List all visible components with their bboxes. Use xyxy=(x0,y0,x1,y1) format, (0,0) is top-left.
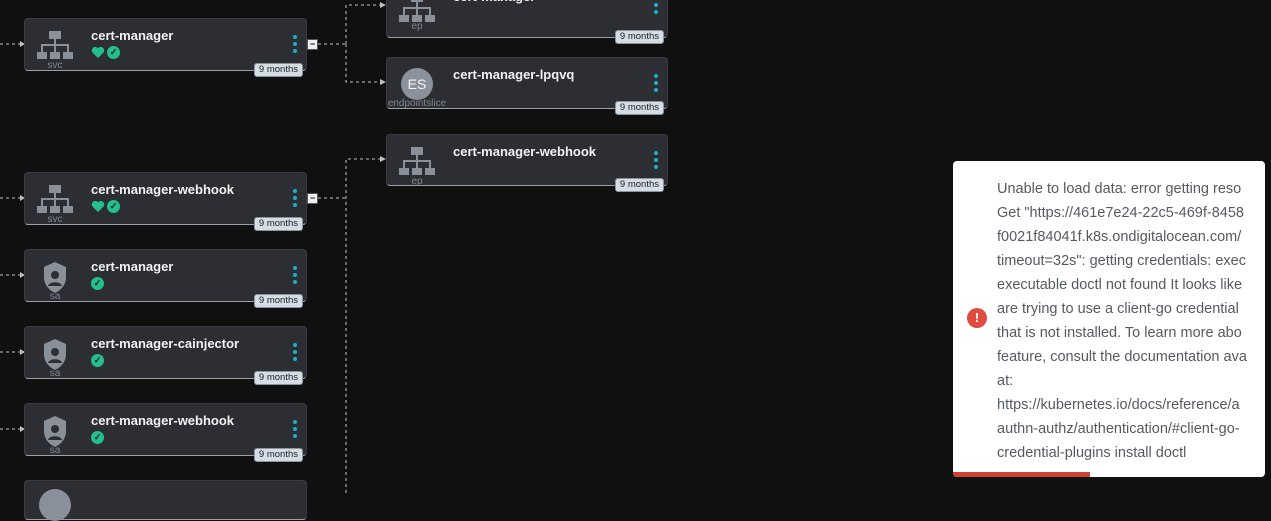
age-badge: 9 months xyxy=(253,217,303,231)
alert-icon: ! xyxy=(967,308,987,328)
check-icon: ✓ xyxy=(91,354,104,367)
kind-label: svc xyxy=(47,60,63,71)
kebab-menu-icon[interactable] xyxy=(292,35,298,57)
error-message: Unable to load data: error getting reso … xyxy=(997,181,1247,461)
kind-label: sa xyxy=(49,291,61,302)
toast-progress-bar xyxy=(953,472,1091,477)
node-title: cert-manager-webhook xyxy=(91,182,235,197)
kebab-menu-icon[interactable] xyxy=(653,151,659,173)
service-account-node[interactable]: sa cert-manager ✓ 9 months xyxy=(24,249,307,308)
node-title: cert-manager-webhook xyxy=(91,413,235,428)
node-title: cert-manager-webhook xyxy=(453,144,597,159)
check-icon: ✓ xyxy=(91,277,104,290)
kebab-menu-icon[interactable] xyxy=(653,74,659,96)
node-title: cert-manager xyxy=(91,259,174,274)
service-account-node[interactable]: sa cert-manager-webhook ✓ 9 months xyxy=(24,403,307,462)
kind-label: sa xyxy=(49,368,61,379)
heart-icon xyxy=(91,200,105,212)
endpoint-node[interactable]: ep cert-manager 9 months xyxy=(386,0,668,44)
service-node[interactable]: svc cert-manager-webhook ✓ 9 months xyxy=(24,172,307,231)
kind-label: sa xyxy=(49,445,61,456)
kind-label: svc xyxy=(47,214,63,225)
service-account-node[interactable]: sa cert-manager-cainjector ✓ 9 months xyxy=(24,326,307,385)
age-badge: 9 months xyxy=(614,178,664,192)
node-title: cert-manager-cainjector xyxy=(91,336,240,351)
kind-label: ep xyxy=(411,21,423,32)
age-badge: 9 months xyxy=(614,101,664,115)
error-toast[interactable]: ! Unable to load data: error getting res… xyxy=(953,161,1265,477)
age-badge: 9 months xyxy=(253,63,303,77)
age-badge: 9 months xyxy=(253,294,303,308)
kind-label: endpointslice xyxy=(387,98,447,109)
kebab-menu-icon[interactable] xyxy=(292,343,298,365)
partial-node[interactable] xyxy=(24,480,307,521)
check-icon: ✓ xyxy=(107,200,120,213)
endpoint-node[interactable]: ep cert-manager-webhook 9 months xyxy=(386,134,668,192)
check-icon: ✓ xyxy=(91,431,104,444)
node-title: cert-manager-lpqvq xyxy=(453,67,575,82)
age-badge: 9 months xyxy=(614,30,664,44)
kebab-menu-icon[interactable] xyxy=(292,189,298,211)
collapse-toggle[interactable]: − xyxy=(307,39,318,50)
check-icon: ✓ xyxy=(107,46,120,59)
heart-icon xyxy=(91,46,105,58)
node-title: cert-manager xyxy=(91,28,174,43)
kind-label: ep xyxy=(411,176,423,187)
endpointslice-badge: ES xyxy=(401,68,433,100)
partial-node-icon xyxy=(39,489,71,521)
node-title: cert-manager xyxy=(453,0,535,4)
age-badge: 9 months xyxy=(253,448,303,462)
age-badge: 9 months xyxy=(253,371,303,385)
kebab-menu-icon[interactable] xyxy=(292,420,298,442)
collapse-toggle[interactable]: − xyxy=(307,193,318,204)
kebab-menu-icon[interactable] xyxy=(653,0,659,18)
kebab-menu-icon[interactable] xyxy=(292,266,298,288)
service-node[interactable]: svc cert-manager ✓ 9 months xyxy=(24,18,307,77)
endpointslice-node[interactable]: ES endpointslice cert-manager-lpqvq 9 mo… xyxy=(386,57,668,115)
